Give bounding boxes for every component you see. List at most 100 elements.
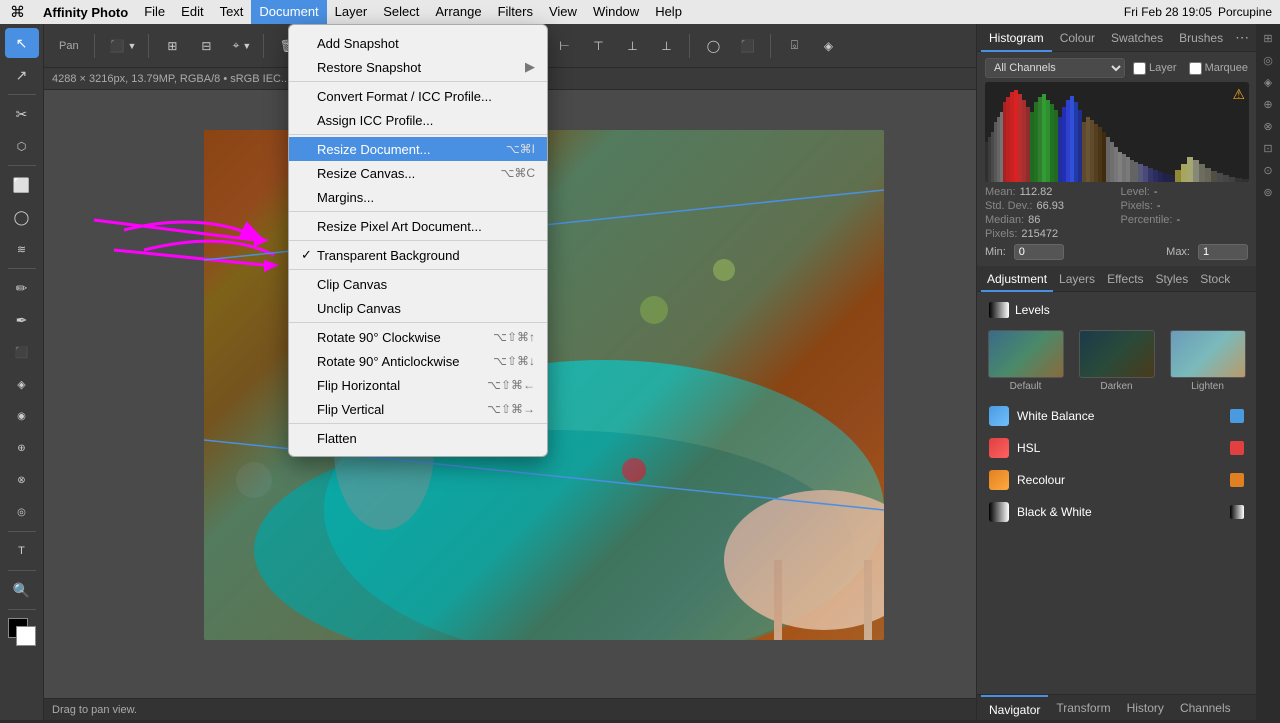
menu-document[interactable]: Document [251, 0, 326, 24]
tool-crop[interactable]: ✂ [5, 99, 39, 129]
tab-swatches[interactable]: Swatches [1103, 24, 1171, 52]
layer-checkbox[interactable] [1133, 62, 1146, 75]
tab-stock[interactable]: Stock [1194, 266, 1236, 292]
menu-margins[interactable]: Margins... [289, 185, 547, 209]
adj-hsl[interactable]: HSL [983, 432, 1250, 464]
background-color[interactable] [16, 626, 36, 646]
align-top-btn[interactable]: ⊤ [583, 31, 613, 61]
menu-add-snapshot[interactable]: Add Snapshot [289, 31, 547, 55]
panel-tabs-more[interactable]: ⋯ [1231, 29, 1253, 46]
menu-arrange[interactable]: Arrange [427, 0, 489, 24]
menu-filters[interactable]: Filters [490, 0, 541, 24]
snapping-btn[interactable]: ⌖▼ [225, 31, 255, 61]
tool-paint-brush[interactable]: ✏ [5, 273, 39, 303]
align-right-btn[interactable]: ⊢ [549, 31, 579, 61]
far-right-btn-6[interactable]: ⊡ [1258, 138, 1278, 158]
menu-unclip-canvas[interactable]: Unclip Canvas [289, 296, 547, 320]
adj-recolour[interactable]: Recolour [983, 464, 1250, 496]
tab-brushes[interactable]: Brushes [1171, 24, 1231, 52]
menu-flip-v[interactable]: Flip Vertical ⌥⇧⌘→ [289, 397, 547, 421]
blend-mode-btn[interactable]: ◈ [813, 31, 843, 61]
menu-text[interactable]: Text [212, 0, 252, 24]
apple-menu[interactable]: ⌘ [0, 3, 35, 21]
tool-sharpen[interactable]: ◉ [5, 401, 39, 431]
tool-pixel-brush[interactable]: ✒ [5, 305, 39, 335]
menu-section-7: Rotate 90° Clockwise ⌥⇧⌘↑ Rotate 90° Ant… [289, 323, 547, 424]
tool-clone[interactable]: ⊕ [5, 433, 39, 463]
unclip-canvas-label: Unclip Canvas [317, 301, 535, 316]
far-right-btn-4[interactable]: ⊕ [1258, 94, 1278, 114]
menu-resize-canvas[interactable]: Resize Canvas... ⌥⌘C [289, 161, 547, 185]
square-fill-btn[interactable]: ⬛ [732, 31, 762, 61]
adj-white-balance[interactable]: White Balance [983, 400, 1250, 432]
menu-rotate-cw[interactable]: Rotate 90° Clockwise ⌥⇧⌘↑ [289, 325, 547, 349]
tab-channels[interactable]: Channels [1172, 695, 1239, 721]
tool-zoom[interactable]: 🔍 [5, 575, 39, 605]
white-balance-icon [989, 406, 1009, 426]
far-right-btn-5[interactable]: ⊗ [1258, 116, 1278, 136]
tool-move[interactable]: ↖ [5, 28, 39, 58]
adj-black-white[interactable]: Black & White [983, 496, 1250, 528]
menu-select[interactable]: Select [375, 0, 427, 24]
guides-btn[interactable]: ⊟ [191, 31, 221, 61]
marquee-check-label[interactable]: Marquee [1189, 62, 1248, 75]
menu-assign-icc[interactable]: Assign ICC Profile... [289, 108, 547, 132]
menu-window[interactable]: Window [585, 0, 647, 24]
far-right-btn-8[interactable]: ⊚ [1258, 182, 1278, 202]
tool-lasso[interactable]: ≋ [5, 234, 39, 264]
menu-file[interactable]: File [136, 0, 173, 24]
grid-btn[interactable]: ⊞ [157, 31, 187, 61]
thumb-lighten[interactable]: Lighten [1165, 330, 1250, 392]
tool-text[interactable]: T [5, 536, 39, 566]
tool-red-eye[interactable]: ◎ [5, 497, 39, 527]
tool-erase[interactable]: ⬛ [5, 337, 39, 367]
tab-navigator[interactable]: Navigator [981, 695, 1048, 721]
menu-transparent-bg[interactable]: ✓ Transparent Background [289, 243, 547, 267]
menu-view[interactable]: View [541, 0, 585, 24]
tool-node[interactable]: ↗ [5, 60, 39, 90]
tab-colour[interactable]: Colour [1052, 24, 1103, 52]
menu-convert-format[interactable]: Convert Format / ICC Profile... [289, 84, 547, 108]
max-input[interactable] [1198, 244, 1248, 260]
menu-edit[interactable]: Edit [173, 0, 211, 24]
tool-selection-ellipse[interactable]: ◯ [5, 202, 39, 232]
menu-resize-document[interactable]: Resize Document... ⌥⌘I [289, 137, 547, 161]
menu-restore-snapshot[interactable]: Restore Snapshot ▶ [289, 55, 547, 79]
menu-resize-pixel-art[interactable]: Resize Pixel Art Document... [289, 214, 547, 238]
align-middle-btn[interactable]: ⊥ [617, 31, 647, 61]
far-right-btn-3[interactable]: ◈ [1258, 72, 1278, 92]
tab-layers[interactable]: Layers [1053, 266, 1101, 292]
tab-effects[interactable]: Effects [1101, 266, 1149, 292]
menu-flip-h[interactable]: Flip Horizontal ⌥⇧⌘← [289, 373, 547, 397]
menu-clip-canvas[interactable]: Clip Canvas [289, 272, 547, 296]
align-bottom-btn[interactable]: ⊥ [651, 31, 681, 61]
menu-help[interactable]: Help [647, 0, 690, 24]
thumb-darken[interactable]: Darken [1074, 330, 1159, 392]
tab-styles[interactable]: Styles [1150, 266, 1195, 292]
white-balance-color [1230, 409, 1244, 423]
tool-straighten[interactable]: ⬡ [5, 131, 39, 161]
color-swatches[interactable] [8, 618, 36, 646]
shape-tool-btn[interactable]: ⬛▼ [103, 31, 141, 61]
tool-blemish[interactable]: ⊗ [5, 465, 39, 495]
far-right-btn-1[interactable]: ⊞ [1258, 28, 1278, 48]
tab-transform[interactable]: Transform [1048, 695, 1118, 721]
tool-selection-rect[interactable]: ⬜ [5, 170, 39, 200]
min-input[interactable] [1014, 244, 1064, 260]
channel-select[interactable]: All Channels Red Green Blue Alpha [985, 58, 1125, 78]
tab-adjustment[interactable]: Adjustment [981, 266, 1053, 292]
tool-dodge[interactable]: ◈ [5, 369, 39, 399]
brush-color-btn[interactable]: ⌺ [779, 31, 809, 61]
thumb-default[interactable]: Default [983, 330, 1068, 392]
far-right-btn-2[interactable]: ◎ [1258, 50, 1278, 70]
menu-rotate-ccw[interactable]: Rotate 90° Anticlockwise ⌥⇧⌘↓ [289, 349, 547, 373]
marquee-checkbox[interactable] [1189, 62, 1202, 75]
menu-layer[interactable]: Layer [327, 0, 376, 24]
circle-outline-btn[interactable]: ◯ [698, 31, 728, 61]
menu-flatten[interactable]: Flatten [289, 426, 547, 450]
menu-section-2: Convert Format / ICC Profile... Assign I… [289, 82, 547, 135]
layer-check-label[interactable]: Layer [1133, 62, 1177, 75]
tab-history[interactable]: History [1119, 695, 1172, 721]
tab-histogram[interactable]: Histogram [981, 24, 1052, 52]
far-right-btn-7[interactable]: ⊙ [1258, 160, 1278, 180]
